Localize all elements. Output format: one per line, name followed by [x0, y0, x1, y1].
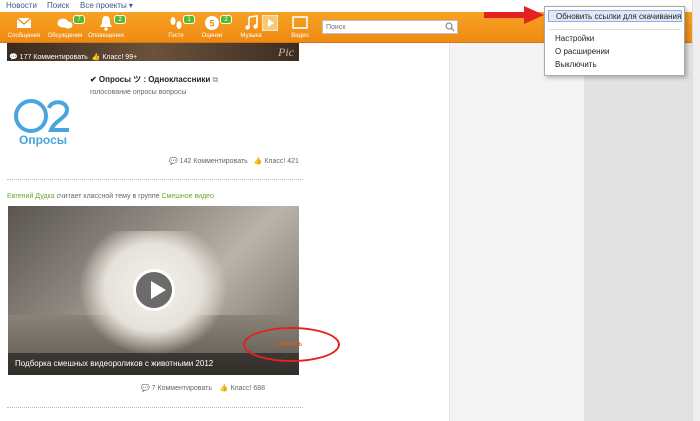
extension-menu: Обновить ссылки для скачивания Настройки… [544, 6, 685, 76]
right-sidebar [449, 43, 584, 421]
envelope-icon [16, 17, 32, 28]
news-feed: Pic 💬 177 Комментировать 👍 Класс! 99+ Оп… [0, 43, 449, 421]
rating-icon: 5 [205, 16, 219, 30]
post-meta: 💬 142 Комментировать 👍 Класс! 421 [169, 157, 299, 165]
comments-link[interactable]: 142 Комментировать [180, 158, 248, 165]
author-link[interactable]: Евгений Дудка [7, 193, 55, 200]
likes-button[interactable]: Класс! 421 [264, 158, 299, 165]
search-box[interactable] [322, 20, 458, 34]
menu-separator [549, 29, 680, 30]
toolbar-label: Видео [291, 33, 309, 39]
chat-icon [57, 18, 73, 29]
search-icon[interactable] [445, 22, 455, 32]
toolbar-notifications[interactable]: 2 Оповещения [86, 14, 126, 42]
post-meta: 💬 7 Комментировать 👍 Класс! 688 [141, 384, 265, 392]
search-input[interactable] [323, 21, 441, 33]
post-divider [7, 407, 303, 408]
polls-logo-text: Опросы [19, 133, 67, 147]
image-watermark: Pic [278, 45, 294, 59]
annotation-arrow-icon [484, 6, 544, 24]
notifications-badge: 2 [114, 15, 126, 24]
likes-button[interactable]: Класс! 688 [230, 385, 265, 392]
play-square-icon [262, 15, 278, 31]
likes-button[interactable]: Класс! 99+ [102, 54, 137, 61]
bell-icon [100, 16, 112, 31]
nav-link-search[interactable]: Поиск [47, 1, 69, 10]
activity-text: считает классной тему в группе [54, 193, 162, 200]
page-background [584, 43, 700, 421]
comment-icon: 💬 [9, 54, 18, 61]
toolbar-discussions[interactable]: 7 Обсуждения [45, 14, 85, 42]
menu-item-about[interactable]: О расширении [555, 47, 609, 56]
toolbar-guests[interactable]: 1 Гости [156, 14, 196, 42]
toolbar-label: Обсуждения [47, 33, 83, 39]
scrollbar[interactable] [692, 0, 700, 421]
toolbar-label: Оценки [201, 33, 223, 39]
comment-icon: 💬 [169, 158, 178, 165]
toolbar-label: Гости [168, 33, 184, 39]
nav-link-all-projects[interactable]: Все проекты ▾ [80, 1, 133, 10]
svg-text:5: 5 [209, 19, 214, 29]
polls-logo[interactable]: Опросы [11, 98, 79, 148]
like-icon: 👍 [91, 54, 101, 61]
external-link-icon: ⧉ [212, 75, 219, 84]
annotation-ellipse [243, 327, 340, 362]
video-icon [292, 16, 308, 29]
nav-link-news[interactable]: Новости [6, 1, 37, 10]
footprints-icon [170, 17, 182, 29]
toolbar-video[interactable]: Видео [280, 14, 320, 42]
post-meta: 💬 177 Комментировать 👍 Класс! 99+ [9, 53, 137, 61]
toolbar-label: Сообщения [7, 33, 41, 39]
activity-line: Евгений Дудка считает классной тему в гр… [7, 193, 214, 200]
group-link[interactable]: Смешное видео [161, 193, 213, 200]
menu-item-refresh-links[interactable]: Обновить ссылки для скачивания [548, 10, 682, 22]
comments-link[interactable]: 7 Комментировать [152, 385, 212, 392]
toolbar-label: Оповещения [88, 33, 124, 39]
toolbar-messages[interactable]: Сообщения [4, 14, 44, 42]
comments-link[interactable]: 177 Комментировать [20, 54, 88, 61]
menu-item-disable[interactable]: Выключить [555, 60, 597, 69]
discussions-badge: 7 [73, 15, 85, 24]
group-title-link[interactable]: ✔ Опросы ツ : Одноклассники ⧉ [90, 74, 218, 85]
play-icon[interactable] [133, 269, 175, 311]
group-description: голосование опросы вопросы [90, 89, 187, 96]
comment-icon: 💬 [141, 385, 150, 392]
toolbar-ratings[interactable]: 5 2 Оценки [192, 14, 232, 42]
post-divider [7, 179, 303, 180]
like-icon: 👍 [219, 385, 229, 392]
like-icon: 👍 [253, 158, 263, 165]
menu-item-settings[interactable]: Настройки [555, 34, 594, 43]
